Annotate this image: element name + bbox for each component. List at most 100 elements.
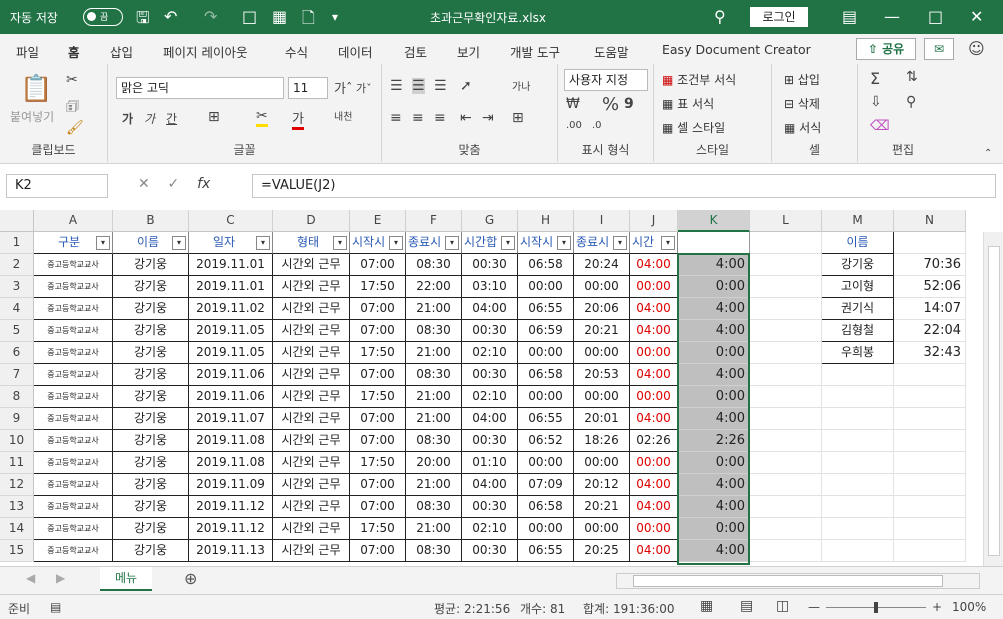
cell-d9[interactable]: 시간외 근무 [273, 408, 350, 430]
cell-l12[interactable] [750, 474, 822, 496]
decrease-decimal-icon[interactable]: .0 [592, 120, 602, 131]
cell-l14[interactable] [750, 518, 822, 540]
cell-k11[interactable]: 0:00 [678, 452, 750, 474]
cell-f15[interactable]: 08:30 [406, 540, 462, 562]
cell-b8[interactable]: 강기웅 [113, 386, 189, 408]
cell-b7[interactable]: 강기웅 [113, 364, 189, 386]
cell-m11[interactable] [822, 452, 894, 474]
cell-g6[interactable]: 02:10 [462, 342, 518, 364]
cell-i4[interactable]: 20:06 [574, 298, 630, 320]
cell-h3[interactable]: 00:00 [518, 276, 574, 298]
header-cell-g[interactable]: 시간합 ▾ [462, 232, 518, 254]
cell-l9[interactable] [750, 408, 822, 430]
cell-h10[interactable]: 06:52 [518, 430, 574, 452]
enter-icon[interactable]: ✓ [168, 176, 180, 192]
filter-dropdown-icon[interactable]: ▾ [96, 236, 110, 250]
vertical-scroll-thumb[interactable] [988, 246, 1000, 556]
cell-e7[interactable]: 07:00 [350, 364, 406, 386]
feedback-smile-icon[interactable]: ☺ [968, 39, 985, 58]
cell-c8[interactable]: 2019.11.06 [189, 386, 273, 408]
cell-e12[interactable]: 07:00 [350, 474, 406, 496]
cell-b14[interactable]: 강기웅 [113, 518, 189, 540]
header-cell-c[interactable]: 일자 ▾ [189, 232, 273, 254]
cell-h9[interactable]: 06:55 [518, 408, 574, 430]
cell-c13[interactable]: 2019.11.12 [189, 496, 273, 518]
row-header-15[interactable]: 15 [0, 540, 34, 562]
row-header-3[interactable]: 3 [0, 276, 34, 298]
share-button[interactable]: ⇧ 공유 [856, 38, 916, 60]
insert-function-icon[interactable]: fx [197, 176, 210, 192]
cell-j11[interactable]: 00:00 [630, 452, 678, 474]
cell-e4[interactable]: 07:00 [350, 298, 406, 320]
cell-l11[interactable] [750, 452, 822, 474]
cell-d11[interactable]: 시간외 근무 [273, 452, 350, 474]
menu-data[interactable]: 데이터 [338, 42, 373, 61]
sheet-tab-menu[interactable]: 메뉴 [100, 567, 152, 591]
cell-d15[interactable]: 시간외 근무 [273, 540, 350, 562]
cell-n14[interactable] [894, 518, 966, 540]
column-header-j[interactable]: J [630, 210, 678, 232]
cell-b9[interactable]: 강기웅 [113, 408, 189, 430]
autosum-icon[interactable]: Σ [870, 69, 880, 88]
prev-sheet-icon[interactable]: ◀ [26, 571, 35, 585]
align-middle-icon[interactable]: ☰ [412, 78, 425, 94]
cell-b2[interactable]: 강기웅 [113, 254, 189, 276]
cell-j6[interactable]: 00:00 [630, 342, 678, 364]
cell-f8[interactable]: 21:00 [406, 386, 462, 408]
menu-home[interactable]: 홈 [68, 42, 80, 66]
cell-d10[interactable]: 시간외 근무 [273, 430, 350, 452]
cell-m12[interactable] [822, 474, 894, 496]
increase-indent-icon[interactable]: ⇥ [482, 110, 494, 126]
cell-k14[interactable]: 0:00 [678, 518, 750, 540]
summary-name-3[interactable]: 고이형 [822, 276, 894, 298]
cell-f3[interactable]: 22:00 [406, 276, 462, 298]
header-cell-b[interactable]: 이름 ▾ [113, 232, 189, 254]
paste-icon[interactable]: 📋 [20, 74, 52, 104]
row-header-5[interactable]: 5 [0, 320, 34, 342]
cell-i10[interactable]: 18:26 [574, 430, 630, 452]
cell-e14[interactable]: 17:50 [350, 518, 406, 540]
cell-b11[interactable]: 강기웅 [113, 452, 189, 474]
cell-g2[interactable]: 00:30 [462, 254, 518, 276]
cell-a7[interactable]: 중고등학교교사 [34, 364, 113, 386]
cell-n11[interactable] [894, 452, 966, 474]
column-header-m[interactable]: M [822, 210, 894, 232]
column-header-e[interactable]: E [350, 210, 406, 232]
cell-i2[interactable]: 20:24 [574, 254, 630, 276]
save-icon[interactable]: 🖫 [136, 7, 150, 34]
cell-l1[interactable] [750, 232, 822, 254]
column-header-k[interactable]: K [678, 210, 750, 232]
cell-j10[interactable]: 02:26 [630, 430, 678, 452]
column-header-a[interactable]: A [34, 210, 113, 232]
cell-styles-button[interactable]: ▦ 셀 스타일 [662, 119, 725, 136]
close-icon[interactable]: ✕ [970, 7, 983, 26]
cell-j3[interactable]: 00:00 [630, 276, 678, 298]
cell-g4[interactable]: 04:00 [462, 298, 518, 320]
cell-i15[interactable]: 20:25 [574, 540, 630, 562]
row-header-11[interactable]: 11 [0, 452, 34, 474]
insert-cells-button[interactable]: ⊞ 삽입 [784, 71, 820, 88]
cell-a15[interactable]: 중고등학교교사 [34, 540, 113, 562]
cell-d4[interactable]: 시간외 근무 [273, 298, 350, 320]
row-header-7[interactable]: 7 [0, 364, 34, 386]
copy-icon[interactable]: 🗊 [66, 96, 79, 120]
orientation-icon[interactable]: ➚ [460, 78, 472, 94]
cell-h5[interactable]: 06:59 [518, 320, 574, 342]
phonetic-icon[interactable]: 내천 [334, 108, 352, 123]
cell-i11[interactable]: 00:00 [574, 452, 630, 474]
cell-g15[interactable]: 00:30 [462, 540, 518, 562]
cell-a2[interactable]: 중고등학교교사 [34, 254, 113, 276]
cell-f12[interactable]: 21:00 [406, 474, 462, 496]
cell-k10[interactable]: 2:26 [678, 430, 750, 452]
row-header-4[interactable]: 4 [0, 298, 34, 320]
filter-dropdown-icon[interactable]: ▾ [613, 236, 627, 250]
cell-i12[interactable]: 20:12 [574, 474, 630, 496]
cell-d14[interactable]: 시간외 근무 [273, 518, 350, 540]
filter-dropdown-icon[interactable]: ▾ [501, 236, 515, 250]
align-left-icon[interactable]: ≡ [390, 110, 402, 126]
cell-h12[interactable]: 07:09 [518, 474, 574, 496]
cell-l2[interactable] [750, 254, 822, 276]
summary-name-2[interactable]: 강기웅 [822, 254, 894, 276]
bold-icon[interactable]: 가 [122, 110, 133, 127]
summary-total-6[interactable]: 32:43 [894, 342, 966, 364]
